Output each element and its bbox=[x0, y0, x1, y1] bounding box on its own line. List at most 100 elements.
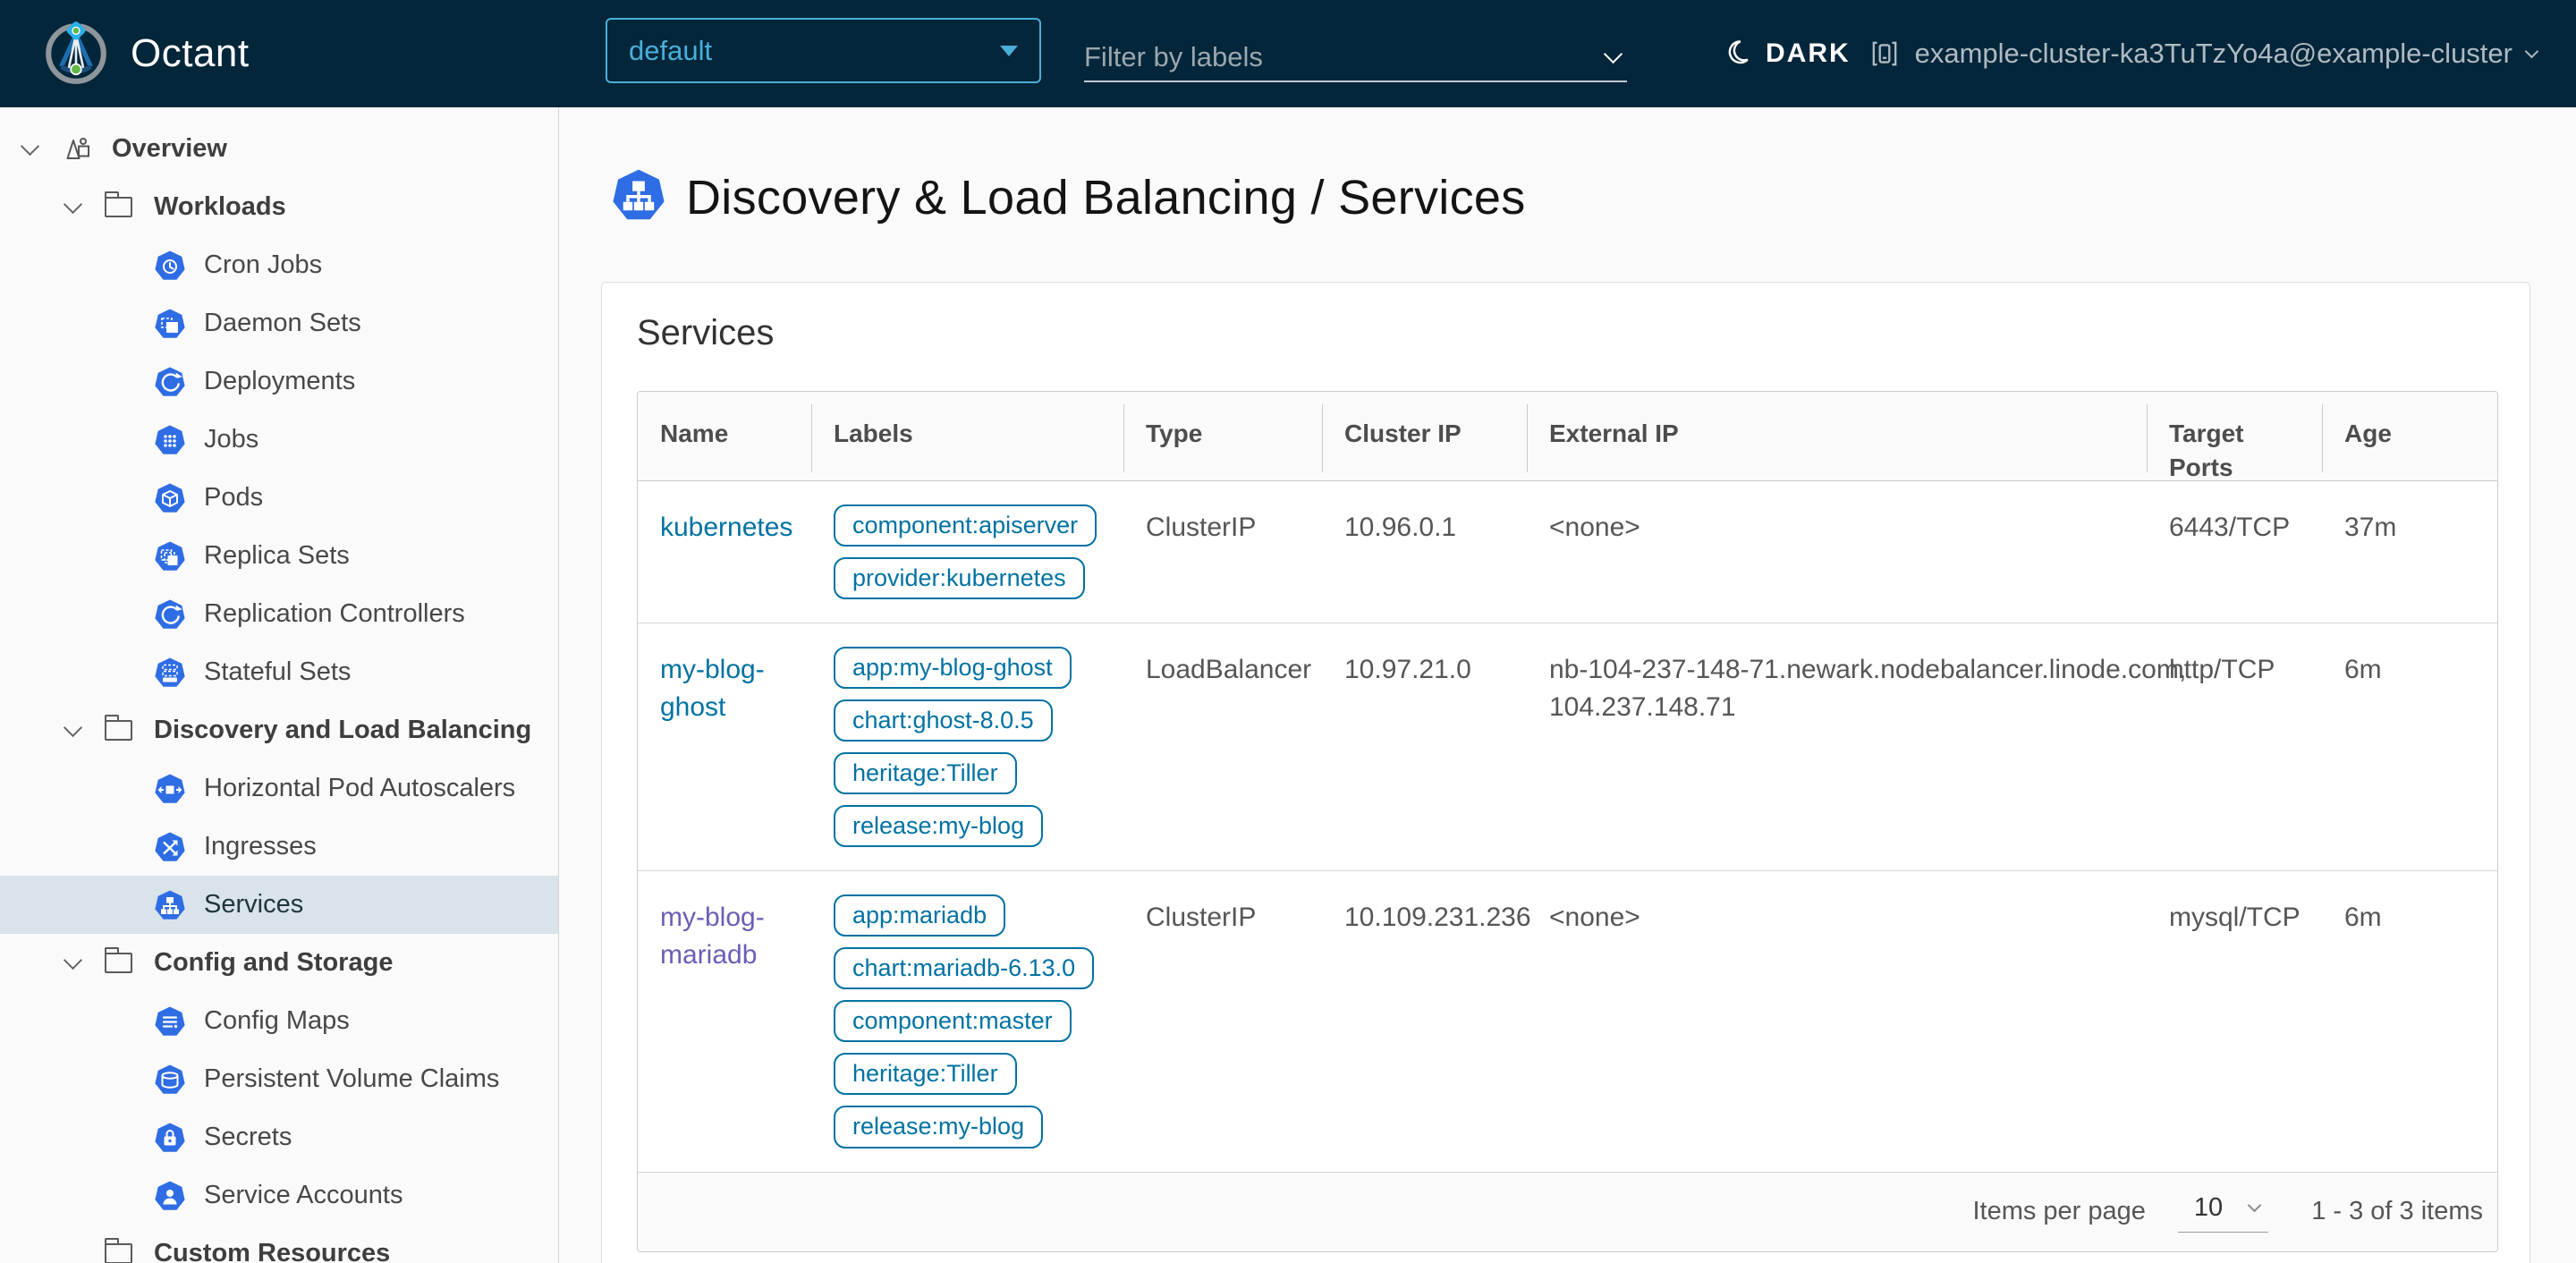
label-chip[interactable]: app:mariadb bbox=[834, 894, 1006, 937]
sidebar-item-jobs[interactable]: Jobs bbox=[0, 411, 558, 469]
sidebar-item-label: Workloads bbox=[154, 192, 286, 221]
sidebar-item-discovery-and-load-balancing[interactable]: Discovery and Load Balancing bbox=[0, 701, 558, 759]
labels-cell: app:mariadb chart:mariadb-6.13.0 component… bbox=[811, 871, 1123, 1171]
sidebar-item-label: Daemon Sets bbox=[204, 309, 361, 337]
services-icon bbox=[611, 166, 666, 228]
context-value: example-cluster-ka3TuTzYo4a@example-clus… bbox=[1914, 38, 2512, 69]
sidebar-item-services[interactable]: Services bbox=[0, 876, 558, 934]
sidebar-item-workloads[interactable]: Workloads bbox=[0, 178, 558, 236]
service-link[interactable]: my-blog-ghost bbox=[660, 655, 765, 722]
pods-icon bbox=[154, 482, 186, 514]
namespace-select[interactable]: default bbox=[606, 18, 1041, 83]
label-chip[interactable]: chart:mariadb-6.13.0 bbox=[834, 947, 1095, 990]
column-header-type: Type bbox=[1123, 392, 1322, 485]
sidebar-item-label: Custom Resources bbox=[154, 1239, 391, 1263]
label-chip[interactable]: chart:ghost-8.0.5 bbox=[834, 699, 1053, 742]
label-chip[interactable]: app:my-blog-ghost bbox=[834, 647, 1072, 690]
sidebar-item-label: Secrets bbox=[204, 1123, 292, 1151]
label-chip[interactable]: heritage:Tiller bbox=[834, 1053, 1017, 1096]
theme-label: DARK bbox=[1766, 38, 1851, 68]
stateful-sets-icon bbox=[154, 657, 186, 689]
sidebar-item-label: Service Accounts bbox=[204, 1181, 403, 1209]
secrets-icon bbox=[154, 1122, 186, 1154]
label-chip[interactable]: provider:kubernetes bbox=[834, 557, 1085, 600]
card-title: Services bbox=[637, 313, 775, 352]
cron-jobs-icon bbox=[154, 250, 186, 282]
label-chip[interactable]: heritage:Tiller bbox=[834, 752, 1017, 795]
sidebar-item-label: Replication Controllers bbox=[204, 599, 465, 628]
service-link[interactable]: my-blog-mariadb bbox=[660, 903, 765, 970]
type-cell: LoadBalancer bbox=[1146, 655, 1312, 685]
caret-down-icon bbox=[63, 950, 83, 971]
external-ip-cell: <none> bbox=[1549, 903, 1640, 933]
sidebar-item-persistent-volume-claims[interactable]: Persistent Volume Claims bbox=[0, 1050, 558, 1108]
sidebar-item-label: Stateful Sets bbox=[204, 657, 352, 686]
column-header-labels: Labels bbox=[811, 392, 1123, 485]
octant-logo-icon bbox=[41, 19, 111, 89]
sidebar-item-label: Pods bbox=[204, 483, 264, 512]
items-per-page-label: Items per page bbox=[1972, 1197, 2146, 1226]
items-per-page-select[interactable]: 10 bbox=[2177, 1191, 2269, 1233]
sidebar-item-label: Ingresses bbox=[204, 832, 317, 860]
caret-down-icon bbox=[63, 194, 83, 215]
table-footer: Items per page 10 1 - 3 of 3 items bbox=[638, 1172, 2497, 1251]
label-chip[interactable]: release:my-blog bbox=[834, 1106, 1044, 1149]
sidebar-item-pods[interactable]: Pods bbox=[0, 469, 558, 527]
service-name-cell: my-blog-ghost bbox=[638, 623, 811, 870]
folder-icon bbox=[104, 191, 132, 217]
theme-toggle-button[interactable]: DARK bbox=[1723, 0, 1851, 107]
label-chip[interactable]: component:apiserver bbox=[834, 504, 1097, 547]
deployments-icon bbox=[154, 366, 186, 398]
main-content: Discovery & Load Balancing / Services Se… bbox=[559, 107, 2576, 1263]
sidebar-item-label: Discovery and Load Balancing bbox=[154, 716, 532, 744]
sidebar-item-stateful-sets[interactable]: Stateful Sets bbox=[0, 643, 558, 701]
sidebar-item-config-and-storage[interactable]: Config and Storage bbox=[0, 934, 558, 992]
sidebar-item-secrets[interactable]: Secrets bbox=[0, 1108, 558, 1166]
sidebar-item-horizontal-pod-autoscalers[interactable]: Horizontal Pod Autoscalers bbox=[0, 759, 558, 818]
sidebar-item-label: Replica Sets bbox=[204, 541, 350, 570]
context-selector[interactable]: example-cluster-ka3TuTzYo4a@example-clus… bbox=[1868, 0, 2539, 107]
service-name-cell: my-blog-mariadb bbox=[638, 871, 811, 1171]
moon-icon bbox=[1728, 40, 1749, 64]
sidebar-item-label: Jobs bbox=[204, 425, 259, 453]
triangle-down-icon bbox=[1000, 45, 1018, 56]
sidebar-item-label: Persistent Volume Claims bbox=[204, 1064, 500, 1093]
horizontal-pod-autoscalers-icon bbox=[154, 773, 186, 805]
labels-cell: component:apiserver provider:kubernetes bbox=[811, 481, 1123, 623]
sidebar-item-label: Config Maps bbox=[204, 1006, 350, 1035]
sidebar-item-label: Horizontal Pod Autoscalers bbox=[204, 774, 516, 802]
chevron-down-icon bbox=[2247, 1198, 2262, 1212]
sidebar-item-deployments[interactable]: Deployments bbox=[0, 352, 558, 411]
sidebar-item-service-accounts[interactable]: Service Accounts bbox=[0, 1166, 558, 1225]
age-cell: 37m bbox=[2344, 513, 2397, 542]
label-chip[interactable]: component:master bbox=[834, 1000, 1072, 1043]
sidebar-item-custom-resources[interactable]: Custom Resources bbox=[0, 1225, 558, 1263]
sidebar-item-replication-controllers[interactable]: Replication Controllers bbox=[0, 585, 558, 643]
sidebar-item-replica-sets[interactable]: Replica Sets bbox=[0, 527, 558, 585]
config-maps-icon bbox=[154, 1005, 186, 1038]
namespace-value: default bbox=[629, 34, 713, 66]
cluster-ip-cell: 10.96.0.1 bbox=[1344, 513, 1457, 542]
target-ports-cell: mysql/TCP bbox=[2169, 903, 2301, 933]
applications-icon bbox=[62, 133, 94, 165]
daemon-sets-icon bbox=[154, 308, 186, 340]
table-body: kubernetes component:apiserver provider:ku… bbox=[638, 481, 2497, 1173]
sidebar-item-config-maps[interactable]: Config Maps bbox=[0, 992, 558, 1050]
column-header-age: Age bbox=[2322, 392, 2497, 485]
sidebar-item-label: Config and Storage bbox=[154, 948, 394, 977]
sidebar-item-ingresses[interactable]: Ingresses bbox=[0, 818, 558, 876]
sidebar-item-label: Deployments bbox=[204, 367, 356, 395]
column-header-external-ip: External IP bbox=[1527, 392, 2147, 485]
label-chip[interactable]: release:my-blog bbox=[834, 805, 1044, 848]
target-ports-cell: 6443/TCP bbox=[2169, 513, 2291, 542]
chevron-down-icon[interactable] bbox=[1603, 44, 1623, 64]
sidebar-item-label: Overview bbox=[112, 134, 227, 163]
ingresses-icon bbox=[154, 831, 186, 863]
service-link[interactable]: kubernetes bbox=[660, 513, 792, 542]
filter-by-labels-input[interactable] bbox=[1084, 41, 1606, 73]
sidebar-item-cron-jobs[interactable]: Cron Jobs bbox=[0, 236, 558, 294]
sidebar-item-daemon-sets[interactable]: Daemon Sets bbox=[0, 294, 558, 352]
sidebar-item-overview[interactable]: Overview bbox=[0, 120, 558, 178]
cluster-ip-cell: 10.97.21.0 bbox=[1344, 655, 1471, 685]
services-card: Services Name Labels Type Cluster IP Externa… bbox=[601, 282, 2530, 1263]
